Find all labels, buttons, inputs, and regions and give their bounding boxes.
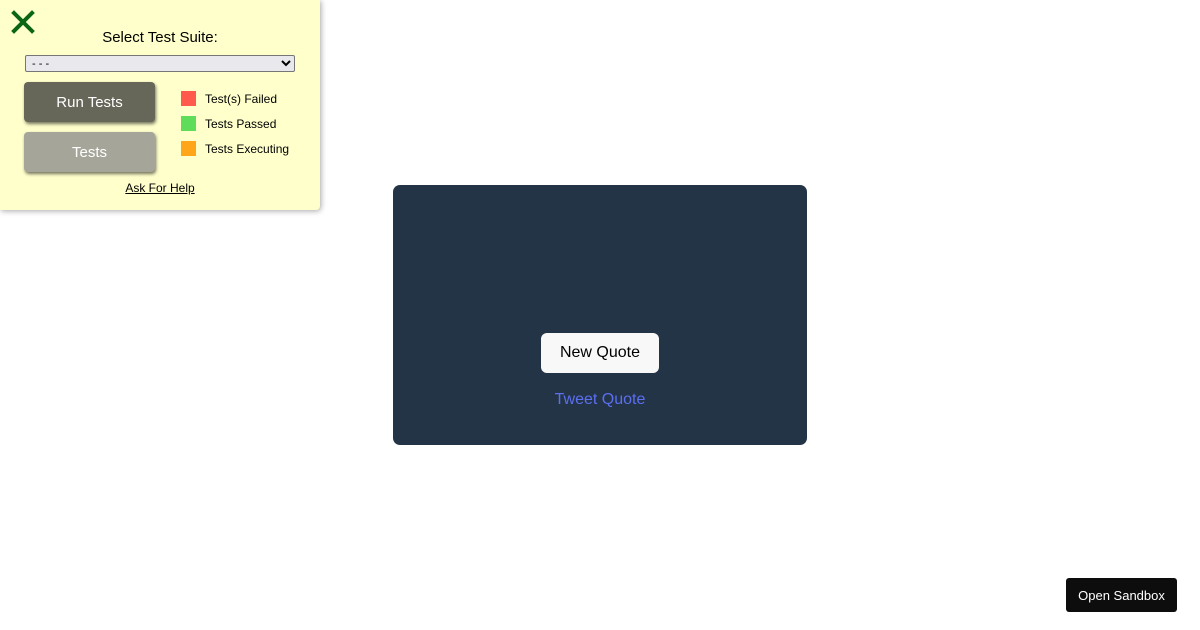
- panel-title: Select Test Suite:: [102, 29, 218, 46]
- legend-item-failed: Test(s) Failed: [181, 91, 289, 106]
- legend-label: Test(s) Failed: [205, 91, 278, 106]
- test-suite-select[interactable]: - - -: [25, 55, 295, 72]
- legend-item-executing: Tests Executing: [181, 141, 289, 156]
- test-suite-panel: Select Test Suite: - - - Run Tests Tests…: [0, 0, 320, 210]
- run-tests-button[interactable]: Run Tests: [24, 82, 155, 122]
- tweet-quote-link[interactable]: Tweet Quote: [393, 391, 807, 409]
- open-sandbox-button[interactable]: Open Sandbox: [1066, 578, 1177, 612]
- legend-label: Tests Passed: [205, 116, 277, 131]
- quote-box: New Quote Tweet Quote: [393, 185, 807, 445]
- passed-swatch: [181, 116, 196, 131]
- executing-swatch: [181, 141, 196, 156]
- legend-label: Tests Executing: [205, 141, 290, 156]
- page: Select Test Suite: - - - Run Tests Tests…: [0, 0, 1200, 630]
- test-status-legend: Test(s) Failed Tests Passed Tests Execut…: [181, 91, 289, 166]
- legend-item-passed: Tests Passed: [181, 116, 289, 131]
- ask-for-help-link[interactable]: Ask For Help: [0, 181, 320, 195]
- tests-button[interactable]: Tests: [24, 132, 155, 172]
- new-quote-button[interactable]: New Quote: [541, 333, 659, 373]
- failed-swatch: [181, 91, 196, 106]
